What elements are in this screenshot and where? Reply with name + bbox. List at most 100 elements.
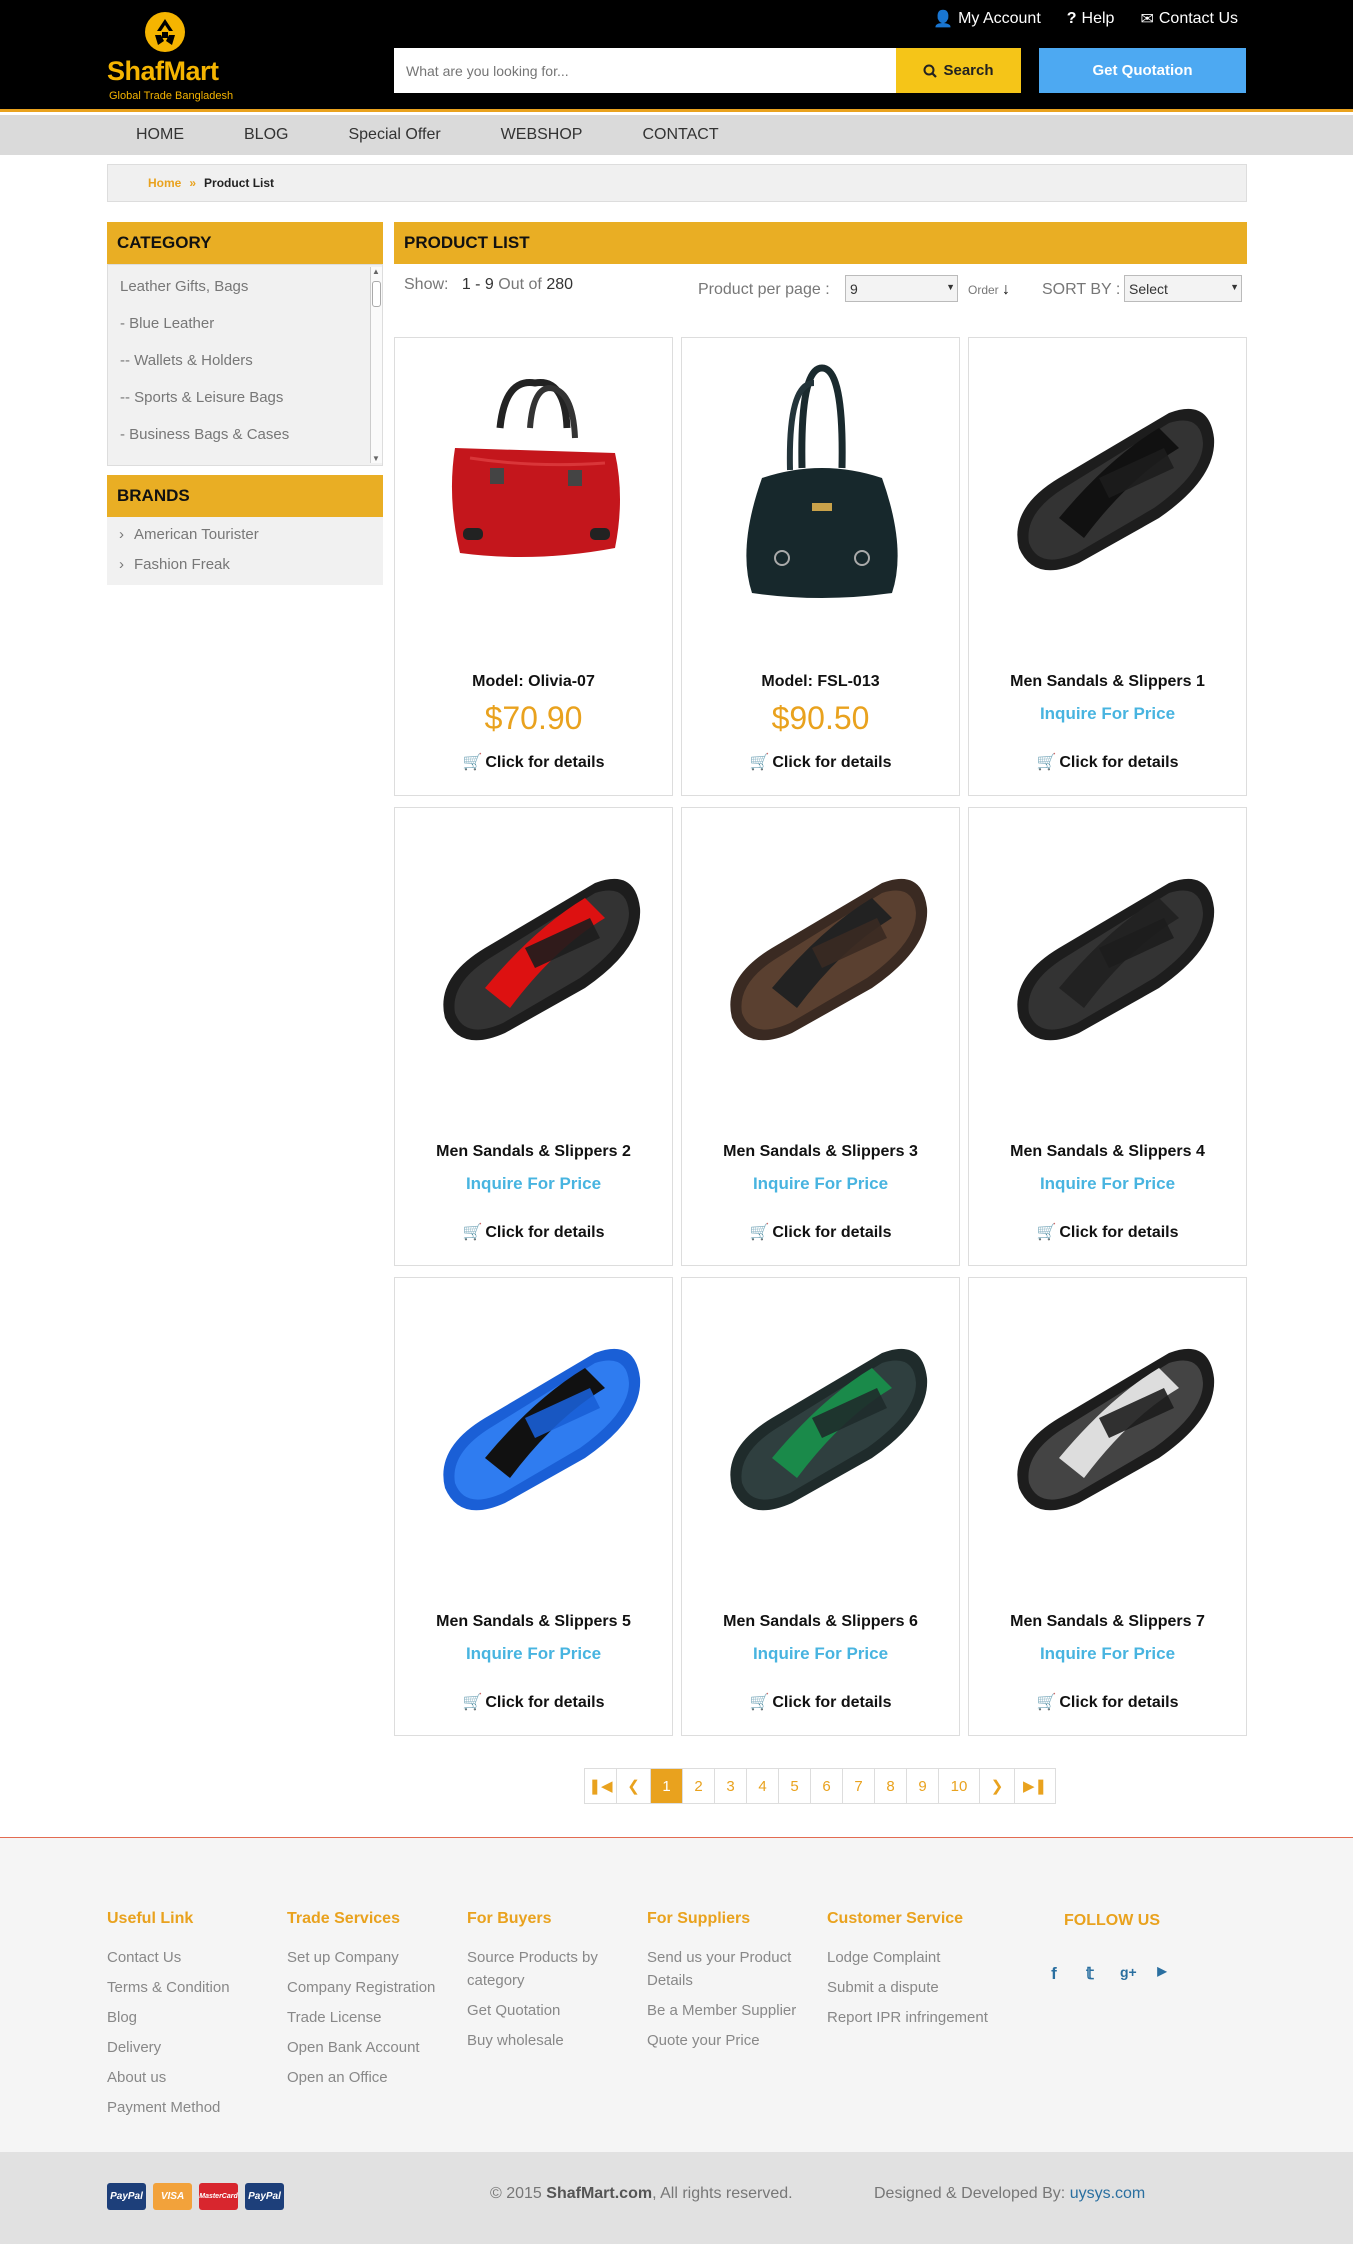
product-name[interactable]: Men Sandals & Slippers 1 [969, 673, 1246, 691]
inquire-price-link[interactable]: Inquire For Price [682, 1644, 959, 1664]
product-card[interactable]: Men Sandals & Slippers 1 Inquire For Pric… [968, 337, 1247, 796]
product-name[interactable]: Men Sandals & Slippers 7 [969, 1613, 1246, 1631]
page-link[interactable]: 10 [939, 1769, 980, 1803]
footer-link[interactable]: Lodge Complaint [827, 1946, 992, 1969]
product-image[interactable] [989, 828, 1228, 1088]
category-item[interactable]: -- Sports & Leisure Bags [120, 389, 283, 406]
category-item[interactable]: -- Wallets & Holders [120, 352, 253, 369]
contact-us-link[interactable]: ✉ Contact Us [1140, 9, 1238, 29]
youtube-icon[interactable]: ▶ [1156, 1964, 1168, 1984]
copyright-site[interactable]: ShafMart.com [546, 2185, 652, 2202]
footer-link[interactable]: Blog [107, 2006, 272, 2029]
click-for-details-link[interactable]: 🛒 Click for details [969, 1222, 1246, 1242]
product-name[interactable]: Men Sandals & Slippers 6 [682, 1613, 959, 1631]
order-toggle[interactable]: Order ↓ [968, 281, 1010, 299]
nav-contact[interactable]: CONTACT [642, 126, 718, 144]
help-link[interactable]: ? Help [1067, 9, 1115, 29]
my-account-link[interactable]: 👤 My Account [933, 9, 1041, 29]
footer-link[interactable]: Contact Us [107, 1946, 272, 1969]
last-page-icon[interactable]: ▶❚ [1015, 1769, 1055, 1803]
click-for-details-link[interactable]: 🛒 Click for details [682, 1692, 959, 1712]
product-image[interactable] [989, 358, 1228, 618]
twitter-icon[interactable]: 𝕥 [1084, 1964, 1096, 1984]
page-link[interactable]: 4 [747, 1769, 779, 1803]
facebook-icon[interactable]: f [1048, 1964, 1060, 1984]
click-for-details-link[interactable]: 🛒 Click for details [969, 1692, 1246, 1712]
category-item[interactable]: - Blue Leather [120, 315, 214, 332]
sort-by-select[interactable]: Select ▼ [1124, 275, 1242, 302]
brand-item[interactable]: › American Tourister [119, 526, 259, 543]
nav-special-offer[interactable]: Special Offer [348, 126, 440, 144]
click-for-details-link[interactable]: 🛒 Click for details [395, 752, 672, 772]
footer-link[interactable]: Submit a dispute [827, 1976, 992, 1999]
footer-link[interactable]: Open Bank Account [287, 2036, 452, 2059]
category-item[interactable]: - Business Bags & Cases [120, 426, 289, 443]
inquire-price-link[interactable]: Inquire For Price [682, 1174, 959, 1194]
google-plus-icon[interactable]: g+ [1120, 1964, 1137, 1984]
category-item[interactable]: Leather Gifts, Bags [120, 278, 248, 295]
footer-link[interactable]: Company Registration [287, 1976, 452, 1999]
inquire-price-link[interactable]: Inquire For Price [969, 704, 1246, 724]
page-link[interactable]: 2 [683, 1769, 715, 1803]
product-card[interactable]: Model: FSL-013 $90.50 🛒 Click for details [681, 337, 960, 796]
product-card[interactable]: Model: Olivia-07 $70.90 🛒 Click for details [394, 337, 673, 796]
scroll-down-icon[interactable]: ▼ [372, 454, 380, 463]
product-name[interactable]: Men Sandals & Slippers 4 [969, 1143, 1246, 1161]
breadcrumb-home[interactable]: Home [148, 176, 181, 190]
product-card[interactable]: Men Sandals & Slippers 2 Inquire For Pric… [394, 807, 673, 1266]
product-image[interactable] [415, 1298, 654, 1558]
product-image[interactable] [702, 1298, 941, 1558]
footer-link[interactable]: Trade License [287, 2006, 452, 2029]
scroll-up-icon[interactable]: ▲ [372, 267, 380, 276]
category-scrollbar[interactable]: ▲ ▼ [370, 267, 382, 463]
prev-page-icon[interactable]: ❮ [617, 1769, 651, 1803]
developer-link[interactable]: uysys.com [1070, 2185, 1146, 2202]
footer-link[interactable]: Be a Member Supplier [647, 1999, 817, 2022]
product-image[interactable] [989, 1298, 1228, 1558]
click-for-details-link[interactable]: 🛒 Click for details [395, 1222, 672, 1242]
product-card[interactable]: Men Sandals & Slippers 5 Inquire For Pric… [394, 1277, 673, 1736]
page-link[interactable]: 1 [651, 1769, 683, 1803]
nav-blog[interactable]: BLOG [244, 126, 288, 144]
next-page-icon[interactable]: ❯ [980, 1769, 1015, 1803]
footer-link[interactable]: Payment Method [107, 2096, 272, 2119]
footer-link[interactable]: Quote your Price [647, 2029, 817, 2052]
footer-link[interactable]: Delivery [107, 2036, 272, 2059]
per-page-select[interactable]: 9 ▼ [845, 275, 958, 302]
page-link[interactable]: 7 [843, 1769, 875, 1803]
product-image[interactable] [415, 828, 654, 1088]
footer-link[interactable]: Send us your Product Details [647, 1946, 817, 1992]
brand-item[interactable]: › Fashion Freak [119, 556, 230, 573]
click-for-details-link[interactable]: 🛒 Click for details [682, 752, 959, 772]
page-link[interactable]: 9 [907, 1769, 939, 1803]
footer-link[interactable]: Open an Office [287, 2066, 452, 2089]
inquire-price-link[interactable]: Inquire For Price [395, 1174, 672, 1194]
product-name[interactable]: Men Sandals & Slippers 2 [395, 1143, 672, 1161]
footer-link[interactable]: About us [107, 2066, 272, 2089]
search-button[interactable]: Search [896, 48, 1021, 93]
first-page-icon[interactable]: ❚◀ [585, 1769, 617, 1803]
product-card[interactable]: Men Sandals & Slippers 7 Inquire For Pric… [968, 1277, 1247, 1736]
click-for-details-link[interactable]: 🛒 Click for details [395, 1692, 672, 1712]
search-input[interactable] [394, 48, 896, 93]
site-logo[interactable]: ShafMart Global Trade Bangladesh [107, 10, 237, 102]
footer-link[interactable]: Source Products by category [467, 1946, 632, 1992]
product-name[interactable]: Men Sandals & Slippers 3 [682, 1143, 959, 1161]
footer-link[interactable]: Set up Company [287, 1946, 452, 1969]
footer-link[interactable]: Buy wholesale [467, 2029, 632, 2052]
product-image[interactable] [702, 358, 941, 618]
product-name[interactable]: Men Sandals & Slippers 5 [395, 1613, 672, 1631]
product-card[interactable]: Men Sandals & Slippers 4 Inquire For Pric… [968, 807, 1247, 1266]
scroll-thumb[interactable] [372, 281, 381, 307]
footer-link[interactable]: Terms & Condition [107, 1976, 272, 1999]
nav-home[interactable]: HOME [136, 126, 184, 144]
footer-link[interactable]: Get Quotation [467, 1999, 632, 2022]
product-image[interactable] [415, 358, 654, 618]
page-link[interactable]: 3 [715, 1769, 747, 1803]
product-card[interactable]: Men Sandals & Slippers 3 Inquire For Pric… [681, 807, 960, 1266]
page-link[interactable]: 8 [875, 1769, 907, 1803]
inquire-price-link[interactable]: Inquire For Price [969, 1174, 1246, 1194]
nav-webshop[interactable]: WEBSHOP [501, 126, 583, 144]
inquire-price-link[interactable]: Inquire For Price [395, 1644, 672, 1664]
footer-link[interactable]: Report IPR infringement [827, 2006, 992, 2029]
